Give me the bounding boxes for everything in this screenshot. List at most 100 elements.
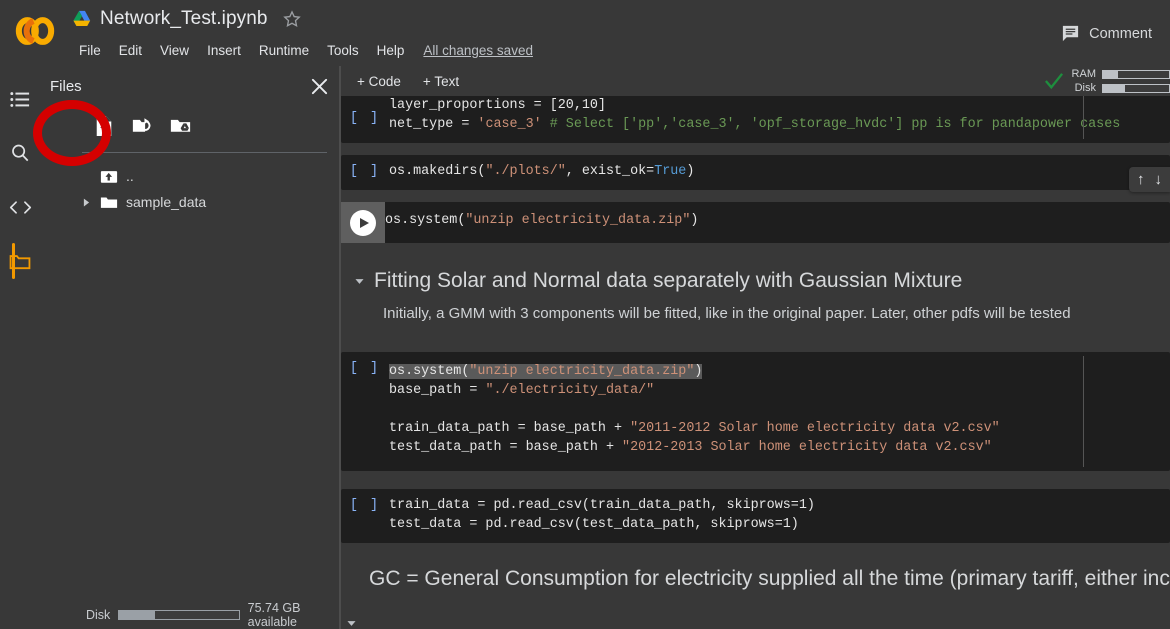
- close-icon[interactable]: [305, 72, 333, 100]
- files-panel-toolbar: [40, 106, 339, 148]
- notebook-cell[interactable]: GC = General Consumption for electricity…: [341, 563, 1170, 595]
- star-outline-icon[interactable]: [282, 9, 302, 29]
- colab-logo-icon[interactable]: [14, 14, 56, 48]
- resource-usage-indicator[interactable]: RAM Disk: [1044, 66, 1170, 96]
- comment-label: Comment: [1089, 25, 1152, 42]
- code-editor[interactable]: train_data = pd.read_csv(train_data_path…: [389, 489, 1170, 543]
- ram-gauge: [1102, 69, 1170, 79]
- run-cell-button[interactable]: [341, 202, 385, 243]
- section-heading: Fitting Solar and Normal data separately…: [374, 269, 963, 292]
- code-cell[interactable]: os.system("unzip electricity_data.zip"): [341, 202, 1170, 243]
- code-cell[interactable]: [ ] layer_proportions = [20,10] net_type…: [341, 96, 1170, 143]
- markdown-heading-row: Fitting Solar and Normal data separately…: [355, 269, 1170, 293]
- chevron-down-icon[interactable]: [355, 278, 364, 285]
- arrow-up-icon[interactable]: ↑: [1137, 171, 1145, 188]
- code-editor[interactable]: os.system("unzip electricity_data.zip") …: [389, 352, 1170, 471]
- ram-label: RAM: [1071, 68, 1096, 80]
- notebook-cell[interactable]: [ ] layer_proportions = [20,10] net_type…: [341, 96, 1170, 143]
- code-line: os.system("unzip electricity_data.zip"): [385, 213, 699, 228]
- search-icon: [10, 143, 30, 163]
- notebook-cell[interactable]: os.system("unzip electricity_data.zip") …: [341, 167, 1170, 243]
- notebook-cell[interactable]: [ ] os.system("unzip electricity_data.zi…: [341, 352, 1170, 471]
- menu-runtime[interactable]: Runtime: [250, 40, 318, 61]
- code-line: base_path = "./electricity_data/": [389, 383, 655, 398]
- resource-rows: RAM Disk: [1070, 68, 1170, 94]
- folder-refresh-icon[interactable]: [126, 110, 158, 142]
- list-item[interactable]: sample_data: [40, 189, 339, 215]
- list-item[interactable]: ..: [40, 163, 339, 189]
- code-brackets-icon: [9, 200, 32, 215]
- sidebar-item-files[interactable]: [0, 234, 40, 288]
- menu-edit[interactable]: Edit: [110, 40, 151, 61]
- cell-run-gutter[interactable]: [ ]: [341, 155, 389, 190]
- colab-app: Network_Test.ipynb File Edit View Insert…: [0, 0, 1170, 629]
- menu-insert[interactable]: Insert: [198, 40, 250, 61]
- cell-move-toolbar[interactable]: ↑ ↓: [1129, 167, 1170, 192]
- code-cell[interactable]: [ ] train_data = pd.read_csv(train_data_…: [341, 489, 1170, 543]
- add-code-cell-button[interactable]: + Code: [349, 71, 409, 92]
- save-status[interactable]: All changes saved: [423, 43, 533, 58]
- cell-prompt: [ ]: [349, 111, 381, 126]
- code-editor[interactable]: os.system("unzip electricity_data.zip"): [385, 202, 1170, 243]
- arrow-down-icon[interactable]: ↓: [1155, 171, 1163, 188]
- cell-run-gutter[interactable]: [ ]: [341, 352, 389, 471]
- code-cell[interactable]: [ ] os.system("unzip electricity_data.zi…: [341, 352, 1170, 471]
- code-cell[interactable]: [ ] os.makedirs("./plots/", exist_ok=Tru…: [341, 155, 1170, 190]
- code-line: os.makedirs("./plots/", exist_ok=True): [389, 164, 695, 179]
- file-tree: .. sample_data: [40, 153, 339, 215]
- notebook-area: + Code + Text RAM Disk [] layer_proport…: [340, 66, 1170, 629]
- sidebar-item-find-replace[interactable]: [0, 126, 40, 180]
- cell-prompt: [ ]: [349, 361, 381, 376]
- disk-gauge: [1102, 83, 1170, 93]
- list-item-label: sample_data: [126, 194, 207, 210]
- mount-drive-icon[interactable]: [164, 110, 196, 142]
- collapse-caret-icon[interactable]: [347, 620, 356, 627]
- notebook-scroll-area[interactable]: [ ] layer_proportions = [20,10] net_type…: [341, 96, 1170, 629]
- list-icon: [10, 91, 30, 108]
- add-text-cell-button[interactable]: + Text: [415, 71, 467, 92]
- upload-file-icon[interactable]: [88, 110, 120, 142]
- code-line: layer_proportions = [20,10]: [389, 98, 606, 113]
- play-icon[interactable]: [350, 210, 376, 236]
- left-icon-rail: [0, 66, 40, 629]
- files-panel-header: Files: [40, 66, 339, 106]
- comment-button[interactable]: Comment: [1053, 20, 1160, 47]
- code-line: train_data_path = base_path + "2011-2012…: [389, 421, 1000, 436]
- sidebar-item-code-snippets[interactable]: [0, 180, 40, 234]
- check-icon: [1044, 72, 1064, 90]
- cell-width-ruler: [1083, 96, 1084, 139]
- ram-row: RAM: [1070, 68, 1170, 80]
- disk-usage-label: Disk: [86, 608, 111, 622]
- disk-row: Disk: [1070, 82, 1170, 94]
- list-item-label: ..: [126, 168, 134, 184]
- cell-prompt: [ ]: [349, 498, 381, 513]
- cell-prompt: [ ]: [349, 164, 381, 179]
- parent-folder-icon: [100, 169, 118, 184]
- code-line: train_data = pd.read_csv(train_data_path…: [389, 498, 815, 513]
- menu-tools[interactable]: Tools: [318, 40, 368, 61]
- main-body: Files .. sample_data Disk 75.74 GB avail…: [0, 66, 1170, 629]
- code-line-blank: [389, 400, 1170, 419]
- cell-run-gutter[interactable]: [ ]: [341, 96, 389, 143]
- chevron-right-icon[interactable]: [80, 198, 92, 207]
- notebook-cell[interactable]: Fitting Solar and Normal data separately…: [341, 265, 1170, 326]
- folder-icon: [100, 195, 118, 210]
- cell-run-gutter[interactable]: [ ]: [341, 489, 389, 543]
- markdown-paragraph: GC = General Consumption for electricity…: [369, 567, 1170, 590]
- page-title[interactable]: Network_Test.ipynb: [100, 8, 268, 30]
- disk-usage-meter: [118, 610, 240, 620]
- code-editor[interactable]: layer_proportions = [20,10] net_type = '…: [389, 96, 1170, 143]
- notebook-cell[interactable]: [ ] os.makedirs("./plots/", exist_ok=Tru…: [341, 155, 1170, 190]
- code-line-selected: os.system("unzip electricity_data.zip"): [389, 364, 703, 379]
- menu-file[interactable]: File: [70, 40, 110, 61]
- notebook-cell[interactable]: [ ] train_data = pd.read_csv(train_data_…: [341, 489, 1170, 543]
- markdown-paragraph: Initially, a GMM with 3 components will …: [383, 305, 1071, 322]
- comment-icon: [1061, 24, 1080, 43]
- sidebar-item-table-of-contents[interactable]: [0, 72, 40, 126]
- disk-available-text: 75.74 GB available: [247, 601, 301, 629]
- code-editor[interactable]: os.makedirs("./plots/", exist_ok=True): [389, 155, 1170, 190]
- files-panel-title: Files: [50, 77, 82, 95]
- files-panel: Files .. sample_data Disk 75.74 GB avail…: [40, 66, 340, 629]
- menu-help[interactable]: Help: [368, 40, 414, 61]
- menu-view[interactable]: View: [151, 40, 198, 61]
